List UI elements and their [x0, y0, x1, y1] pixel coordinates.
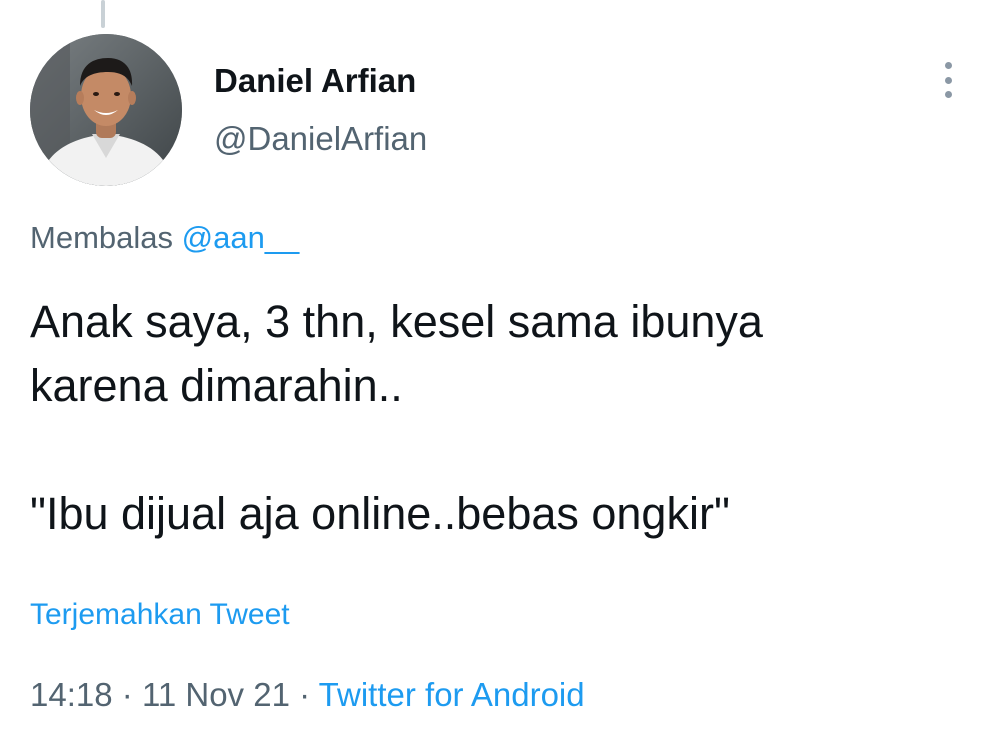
more-vertical-icon [944, 62, 952, 69]
tweet-text-line: Anak saya, 3 thn, kesel sama ibunya [30, 296, 763, 347]
more-options-button[interactable] [930, 56, 966, 104]
translate-tweet-link[interactable]: Terjemahkan Tweet [30, 598, 290, 632]
tweet-source-link[interactable]: Twitter for Android [319, 676, 585, 713]
tweet-date[interactable]: 11 Nov 21 [142, 676, 290, 713]
tweet-meta: 14:18 · 11 Nov 21 · Twitter for Android [30, 676, 585, 714]
author-handle[interactable]: @DanielArfian [214, 120, 427, 158]
replying-to-label: Membalas [30, 220, 173, 255]
thread-connector-line [101, 0, 105, 28]
tweet-card: Daniel Arfian @DanielArfian Membalas @aa… [0, 0, 1000, 748]
profile-photo-icon [30, 34, 182, 186]
tweet-time[interactable]: 14:18 [30, 676, 113, 713]
avatar[interactable] [30, 34, 182, 186]
tweet-body: Anak saya, 3 thn, kesel sama ibunya kare… [30, 290, 970, 546]
tweet-text-line: karena dimarahin.. [30, 360, 403, 411]
meta-separator: · [299, 676, 311, 713]
tweet-text-line: "Ibu dijual aja online..bebas ongkir" [30, 488, 730, 539]
reply-mention-link[interactable]: @aan__ [182, 220, 300, 255]
author-name[interactable]: Daniel Arfian [214, 62, 416, 100]
meta-separator: · [121, 676, 133, 713]
more-vertical-icon-dot [944, 91, 952, 98]
replying-to-line: Membalas @aan__ [30, 220, 299, 256]
more-vertical-icon-dot [944, 76, 952, 84]
